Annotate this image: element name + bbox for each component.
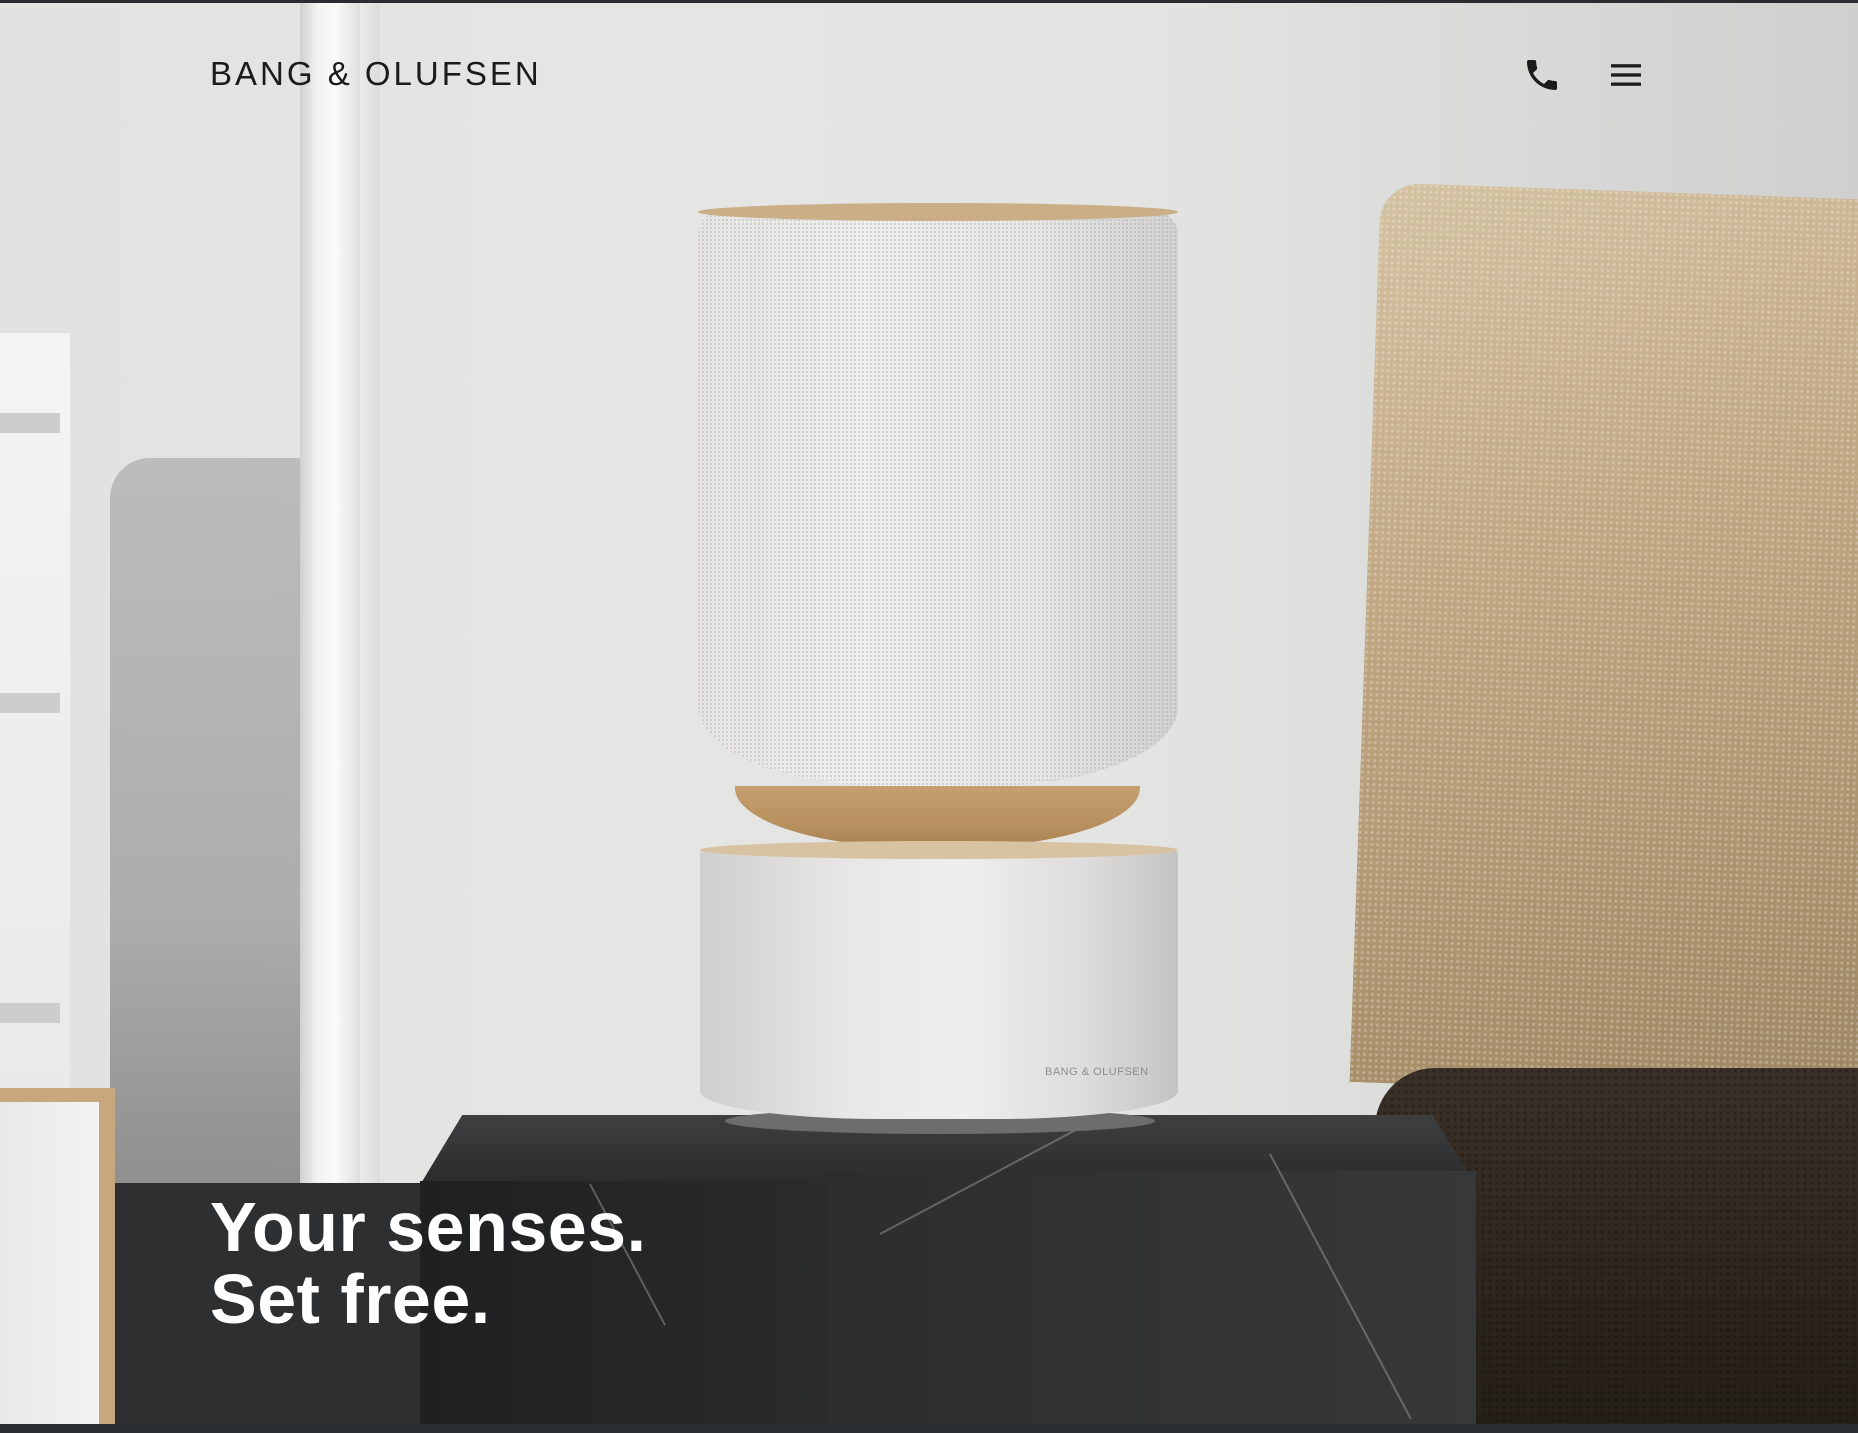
- speaker-marble-base: [700, 849, 1178, 1119]
- window-pane: [0, 333, 70, 1093]
- phone-icon: [1527, 60, 1557, 90]
- headline-line-1: Your senses.: [210, 1188, 647, 1266]
- speaker-top-rim: [698, 203, 1178, 221]
- menu-button[interactable]: [1602, 51, 1650, 99]
- phone-button[interactable]: [1518, 51, 1566, 99]
- hero-headline: Your senses. Set free.: [210, 1191, 647, 1335]
- window-bar: [0, 413, 60, 433]
- speaker-base-rim: [700, 841, 1178, 859]
- headline-line-2: Set free.: [210, 1260, 491, 1338]
- bottom-edge: [0, 1424, 1858, 1430]
- hamburger-menu-icon: [1611, 64, 1641, 86]
- speaker-fabric-body: [698, 211, 1178, 786]
- site-header: BANG & OLUFSEN: [0, 3, 1858, 153]
- window-bar: [0, 693, 60, 713]
- window-bar: [0, 1003, 60, 1023]
- page: BANG & OLUFSEN BANG & OLUFSEN Your sense…: [0, 3, 1858, 1430]
- pillow: [1349, 182, 1858, 1104]
- speaker-logo: BANG & OLUFSEN: [1045, 1066, 1149, 1078]
- brand-logo[interactable]: BANG & OLUFSEN: [210, 55, 542, 93]
- picture-frame: [0, 1088, 115, 1430]
